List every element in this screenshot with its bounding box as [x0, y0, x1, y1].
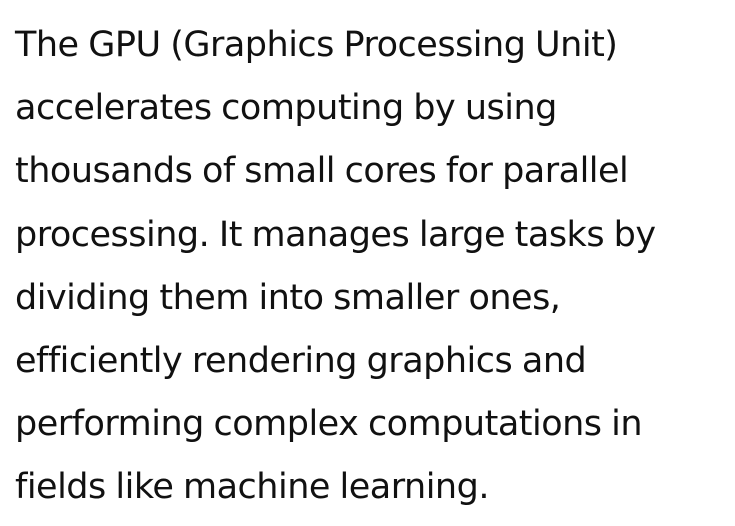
paragraph-line-4: processing. It manages large tasks by	[15, 214, 656, 255]
paragraph-line-2: accelerates computing by using	[15, 88, 557, 129]
paragraph-line-6: efficiently rendering graphics and	[15, 341, 587, 382]
paragraph-line-7: performing complex computations in	[15, 404, 643, 445]
paragraph-line-3: thousands of small cores for parallel	[15, 151, 629, 192]
paragraph-line-1: The GPU (Graphics Processing Unit)	[15, 25, 618, 65]
paragraph-line-5: dividing them into smaller ones,	[15, 277, 561, 318]
text-paragraph: The GPU (Graphics Processing Unit) accel…	[15, 14, 735, 520]
paragraph-line-8: fields like machine learning.	[15, 467, 489, 508]
